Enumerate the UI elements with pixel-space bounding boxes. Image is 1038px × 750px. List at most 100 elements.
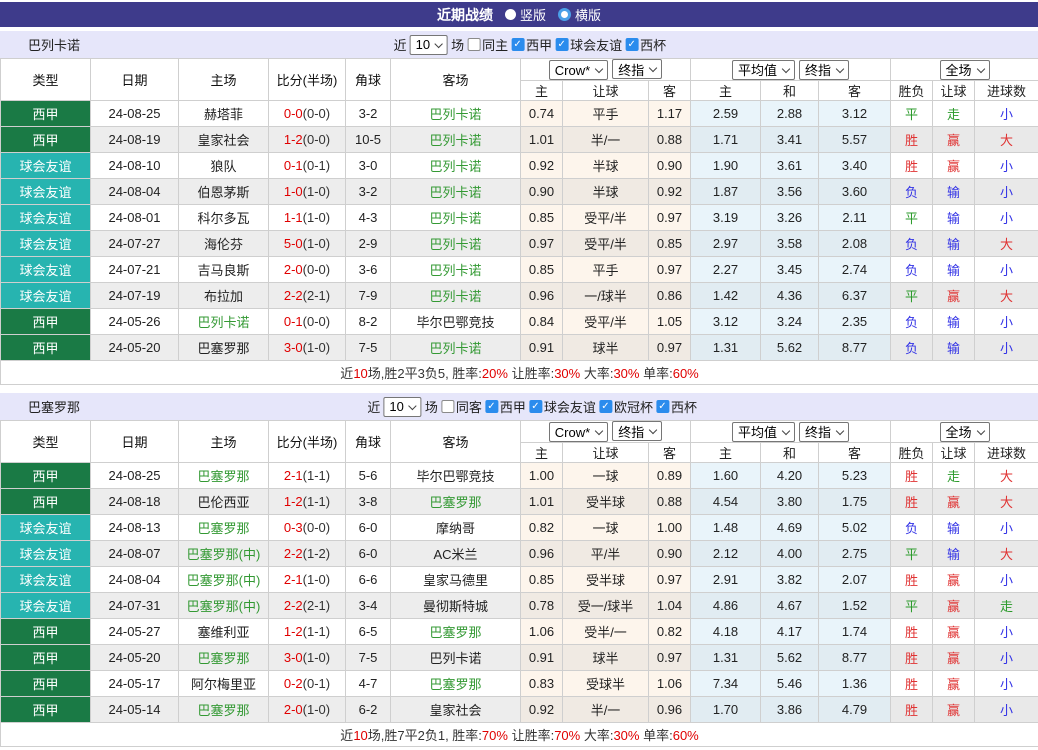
- away-team-link[interactable]: 巴塞罗那: [429, 677, 481, 692]
- home-team-link[interactable]: 海伦芬: [204, 237, 243, 252]
- column-header: 日期: [91, 421, 179, 463]
- checkbox-checked-icon[interactable]: ✓: [511, 38, 524, 51]
- filter-checkbox[interactable]: ✓西甲: [511, 35, 552, 54]
- filter-checkbox[interactable]: 同主: [467, 35, 508, 54]
- filter-checkbox[interactable]: ✓球会友谊: [555, 35, 622, 54]
- summary-row: 近10场,胜2平3负5, 胜率:20% 让胜率:30% 大率:30% 单率:60…: [1, 361, 1038, 385]
- avg-draw-cell: 3.45: [761, 257, 819, 283]
- checkbox-checked-icon[interactable]: ✓: [529, 400, 542, 413]
- table-header-row: 类型日期主场比分(半场)角球客场Crow*终指平均值终指全场: [1, 421, 1038, 443]
- away-team-link[interactable]: 曼彻斯特城: [423, 599, 488, 614]
- odds-home-cell: 0.96: [521, 541, 563, 567]
- checkbox-checked-icon[interactable]: ✓: [485, 400, 498, 413]
- avg-home-cell: 1.71: [691, 127, 761, 153]
- away-team-link[interactable]: 巴列卡诺: [429, 133, 481, 148]
- away-team-link[interactable]: 巴列卡诺: [429, 185, 481, 200]
- home-team-link[interactable]: 吉马良斯: [197, 263, 249, 278]
- away-team-link[interactable]: 毕尔巴鄂竞技: [416, 315, 494, 330]
- away-team-link[interactable]: 巴列卡诺: [429, 107, 481, 122]
- avg-draw-cell: 4.20: [761, 463, 819, 489]
- layout-radio-horizontal[interactable]: 横版: [558, 5, 601, 24]
- filter-checkbox[interactable]: ✓西杯: [625, 35, 666, 54]
- home-team-link[interactable]: 塞维利亚: [197, 625, 249, 640]
- checkbox-label: 西甲: [526, 35, 552, 54]
- layout-radio-vertical[interactable]: 竖版: [505, 5, 546, 24]
- average-select[interactable]: 平均值: [732, 60, 795, 80]
- away-team-link[interactable]: 巴列卡诺: [429, 263, 481, 278]
- recent-count-select[interactable]: 10: [410, 35, 448, 55]
- column-subheader: 让球: [933, 443, 975, 463]
- checkbox-checked-icon[interactable]: ✓: [555, 38, 568, 51]
- summary-segment: 让胜率:: [508, 728, 554, 743]
- home-team-link[interactable]: 赫塔菲: [204, 107, 243, 122]
- away-team-link[interactable]: 皇家马德里: [423, 573, 488, 588]
- away-team-link[interactable]: AC米兰: [433, 547, 477, 562]
- away-team-link[interactable]: 巴列卡诺: [429, 237, 481, 252]
- home-team-link[interactable]: 巴塞罗那(中): [187, 573, 261, 588]
- away-team-link[interactable]: 巴塞罗那: [429, 495, 481, 510]
- radio-checked-icon[interactable]: [558, 8, 571, 21]
- average-select[interactable]: 平均值: [732, 422, 795, 442]
- filter-checkbox[interactable]: ✓西甲: [485, 397, 526, 416]
- home-team-link[interactable]: 巴塞罗那: [197, 651, 249, 666]
- checkbox-unchecked-icon[interactable]: [441, 400, 454, 413]
- away-team-link[interactable]: 巴列卡诺: [429, 159, 481, 174]
- column-subheader: 客: [649, 443, 691, 463]
- period-select[interactable]: 全场: [940, 422, 990, 442]
- home-team-link[interactable]: 皇家社会: [197, 133, 249, 148]
- avg-away-cell: 1.36: [819, 671, 891, 697]
- filter-checkbox[interactable]: ✓欧冠杯: [599, 397, 653, 416]
- bookmaker-select[interactable]: Crow*: [549, 60, 608, 80]
- home-team-link[interactable]: 巴列卡诺: [197, 315, 249, 330]
- home-team-link[interactable]: 巴伦西亚: [197, 495, 249, 510]
- checkbox-checked-icon[interactable]: ✓: [599, 400, 612, 413]
- odds-stage-select[interactable]: 终指: [799, 422, 849, 442]
- home-team-cell: 赫塔菲: [179, 101, 269, 127]
- away-team-link[interactable]: 皇家社会: [429, 703, 481, 718]
- home-team-link[interactable]: 科尔多瓦: [197, 211, 249, 226]
- odds-home-cell: 0.91: [521, 335, 563, 361]
- checkbox-checked-icon[interactable]: ✓: [656, 400, 669, 413]
- filter-checkbox[interactable]: ✓球会友谊: [529, 397, 596, 416]
- avg-draw-cell: 3.61: [761, 153, 819, 179]
- home-team-link[interactable]: 巴塞罗那: [197, 703, 249, 718]
- period-select[interactable]: 全场: [940, 60, 990, 80]
- home-team-link[interactable]: 阿尔梅里亚: [191, 677, 256, 692]
- filter-checkbox[interactable]: 同客: [441, 397, 482, 416]
- filter-checkbox[interactable]: ✓西杯: [656, 397, 697, 416]
- odds-away-cell: 1.06: [649, 671, 691, 697]
- odds-stage-select[interactable]: 终指: [612, 59, 662, 79]
- away-team-cell: 巴列卡诺: [391, 335, 521, 361]
- odds-stage-select[interactable]: 终指: [799, 60, 849, 80]
- away-team-link[interactable]: 巴列卡诺: [429, 651, 481, 666]
- fulltime-score: 2-2: [284, 598, 303, 613]
- home-team-link[interactable]: 巴塞罗那: [197, 341, 249, 356]
- home-team-link[interactable]: 巴塞罗那(中): [187, 547, 261, 562]
- odds-stage-select[interactable]: 终指: [612, 421, 662, 441]
- home-team-link[interactable]: 伯恩茅斯: [197, 185, 249, 200]
- away-team-link[interactable]: 毕尔巴鄂竞技: [416, 469, 494, 484]
- away-team-link[interactable]: 巴列卡诺: [429, 289, 481, 304]
- radio-icon[interactable]: [505, 9, 516, 20]
- home-team-link[interactable]: 布拉加: [204, 289, 243, 304]
- home-team-link[interactable]: 狼队: [210, 159, 236, 174]
- team-name[interactable]: 巴塞罗那: [0, 397, 80, 416]
- home-team-link[interactable]: 巴塞罗那(中): [187, 599, 261, 614]
- home-team-link[interactable]: 巴塞罗那: [197, 521, 249, 536]
- away-team-link[interactable]: 巴塞罗那: [429, 625, 481, 640]
- avg-home-cell: 1.87: [691, 179, 761, 205]
- checkbox-checked-icon[interactable]: ✓: [625, 38, 638, 51]
- away-team-link[interactable]: 巴列卡诺: [429, 341, 481, 356]
- team-name[interactable]: 巴列卡诺: [0, 35, 80, 54]
- away-team-link[interactable]: 摩纳哥: [436, 521, 475, 536]
- checkbox-unchecked-icon[interactable]: [467, 38, 480, 51]
- recent-count-select[interactable]: 10: [383, 397, 421, 417]
- fulltime-score: 3-0: [284, 650, 303, 665]
- fulltime-score: 1-2: [284, 132, 303, 147]
- bookmaker-select[interactable]: Crow*: [549, 422, 608, 442]
- summary-segment: 近: [340, 366, 353, 381]
- chevron-down-icon: [782, 64, 790, 72]
- away-team-link[interactable]: 巴列卡诺: [429, 211, 481, 226]
- home-team-cell: 巴塞罗那: [179, 515, 269, 541]
- home-team-link[interactable]: 巴塞罗那: [197, 469, 249, 484]
